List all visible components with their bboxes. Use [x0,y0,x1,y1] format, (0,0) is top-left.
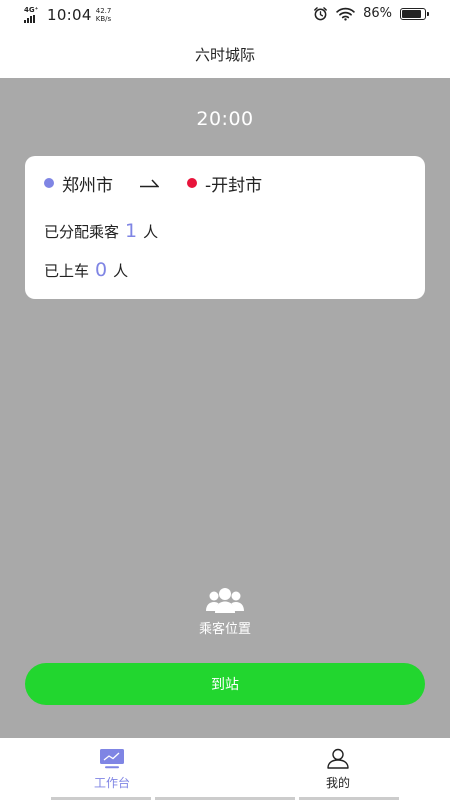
boarded-count: 0 [95,259,108,281]
boarded-passengers: 已上车 0 人 [44,259,128,281]
network-speed: 42.7 KB/s [96,7,112,23]
route-arrow-icon [140,179,159,188]
tab-workbench-label: 工作台 [93,776,130,790]
clock: 10:04 [47,6,92,24]
assigned-unit: 人 [143,223,159,241]
status-right: 86% [313,6,429,21]
battery-percent: 86% [363,6,392,21]
monitor-chart-icon [100,749,124,769]
boarded-unit: 人 [113,262,129,280]
speed-unit: KB/s [95,15,112,23]
assigned-label: 已分配乘客 [44,223,120,241]
title-bar: 六时城际 [0,30,450,78]
main-panel: 20:00 郑州市 -开封市 已分配乘客 1 人 已上车 0 人 乘客位置 到站 [0,78,450,738]
boarded-label: 已上车 [44,262,90,280]
destination-city: -开封市 [205,175,263,196]
arrive-button[interactable]: 到站 [25,663,425,705]
bottom-tab-bar: 工作台 我的 [0,738,450,800]
alarm-clock-icon [314,7,327,21]
assigned-passengers: 已分配乘客 1 人 [44,220,158,242]
tab-workbench[interactable]: 工作台 [62,748,162,791]
passenger-location-label: 乘客位置 [198,622,251,637]
user-icon [327,748,349,769]
assigned-count: 1 [125,220,138,242]
network-indicator: 4G⁺ [24,7,44,23]
route-row: 郑州市 -开封市 [44,172,263,196]
speed-value: 42.7 [95,7,112,15]
passengers-icon [206,588,244,613]
origin-dot-icon [44,178,54,188]
tab-mine[interactable]: 我的 [288,748,388,791]
destination-dot-icon [187,178,197,188]
battery-level [402,9,421,18]
trip-card: 郑州市 -开封市 已分配乘客 1 人 已上车 0 人 [25,156,425,299]
status-bar: 4G⁺ 10:04 42.7 KB/s 86% [0,0,450,30]
passenger-location-button[interactable]: 乘客位置 [0,586,450,637]
wifi-icon [336,7,355,21]
tab-mine-label: 我的 [325,776,350,790]
status-left: 4G⁺ 10:04 42.7 KB/s [24,6,111,24]
departure-time: 20:00 [196,108,254,130]
origin-city: 郑州市 [62,175,113,196]
network-type: 4G⁺ [24,6,39,14]
battery-icon [400,7,429,20]
page-title: 六时城际 [194,45,255,64]
signal-icon [24,15,35,23]
